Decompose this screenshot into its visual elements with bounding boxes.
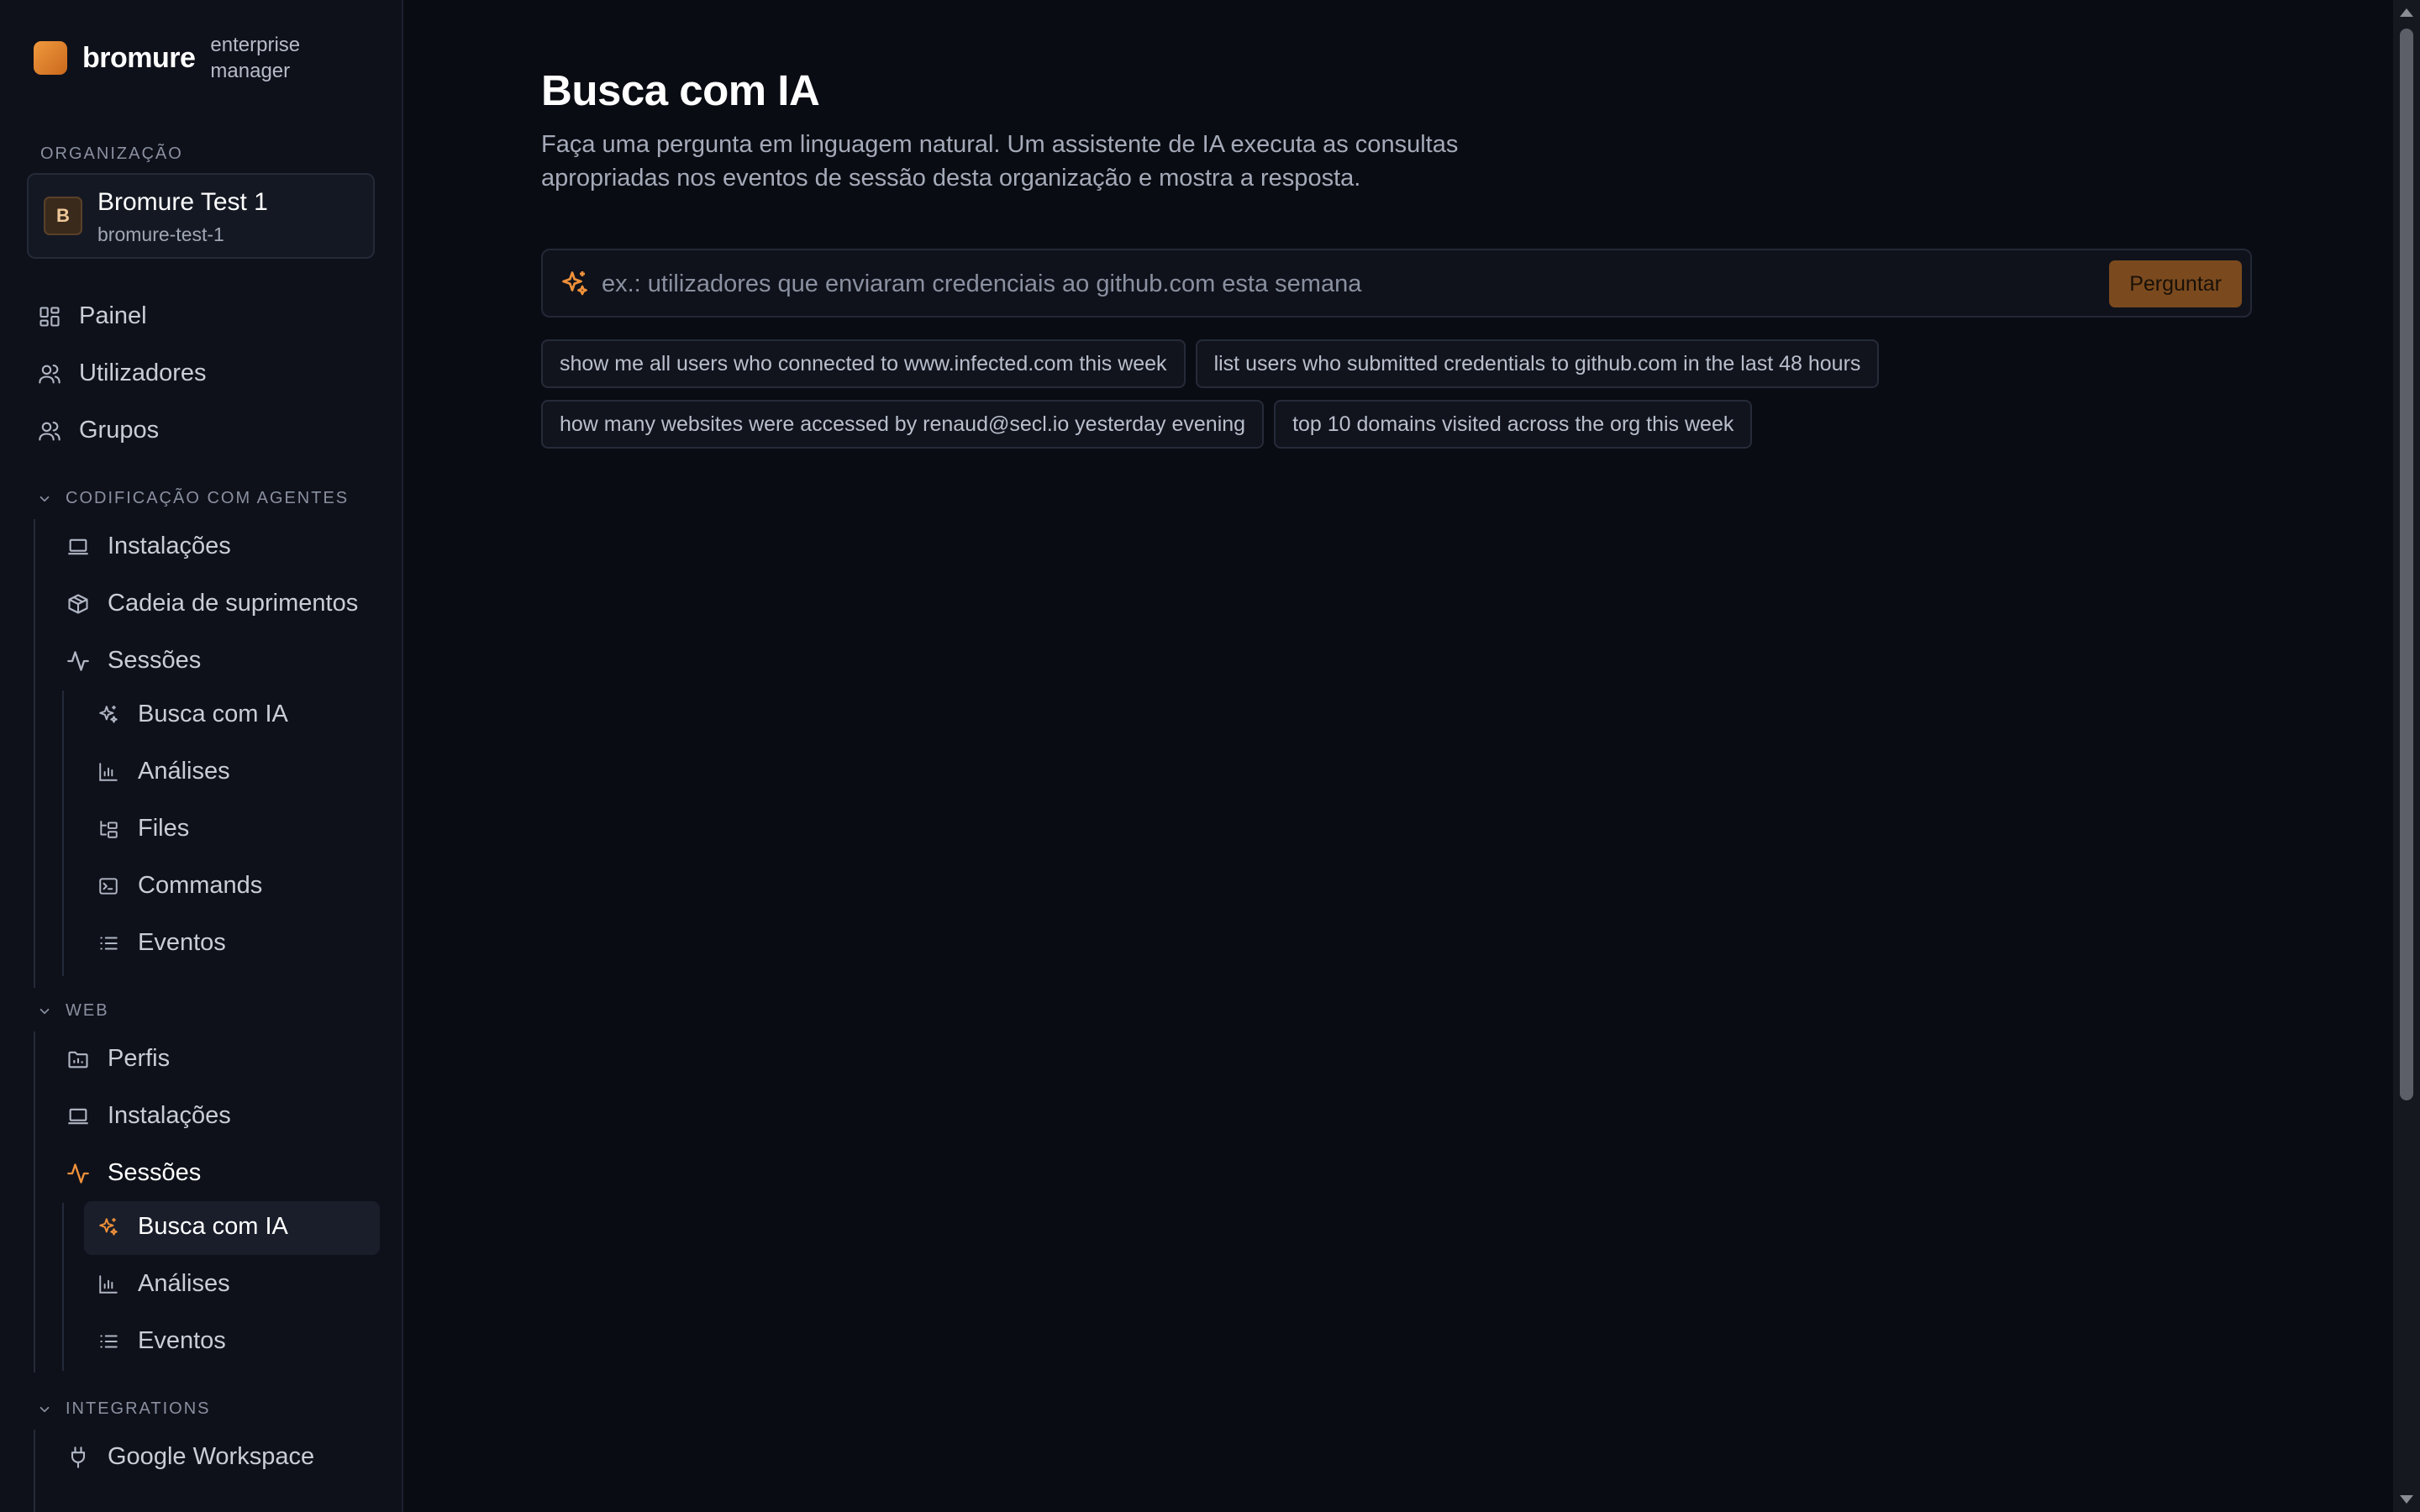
suggestion-chip[interactable]: show me all users who connected to www.i…: [541, 339, 1186, 388]
nav-item-web-eventos[interactable]: Eventos: [96, 1327, 226, 1355]
ask-button[interactable]: Perguntar: [2109, 260, 2242, 307]
nav-item-web-busca-ia[interactable]: Busca com IA: [96, 1213, 288, 1241]
group-title: WEB: [66, 1001, 109, 1020]
nav-label: Perfis: [108, 1045, 171, 1072]
group-toggle-web[interactable]: WEB: [37, 1001, 109, 1021]
main-content: Busca com IA Faça uma pergunta em lingua…: [403, 0, 2393, 1512]
nav-label: Grupos: [79, 417, 160, 444]
brand-subtitle-line1: enterprise: [210, 34, 301, 56]
ai-search-form: Perguntar: [541, 249, 2252, 318]
brand-subtitle: enterprise manager: [210, 32, 300, 84]
nav-item-web-sessoes[interactable]: Sessões: [66, 1159, 201, 1187]
org-slug: bromure-test-1: [97, 223, 224, 245]
nav-label: Sessões: [108, 1159, 202, 1186]
laptop-icon: [66, 1104, 91, 1129]
nav-item-grupos[interactable]: Grupos: [37, 417, 159, 444]
group-title: INTEGRATIONS: [66, 1399, 211, 1418]
nav-item-web-analises[interactable]: Análises: [96, 1270, 230, 1298]
nav-label: Commands: [138, 872, 263, 899]
nav-label: Utilizadores: [79, 360, 207, 386]
list-icon: [96, 931, 121, 956]
nav-label: Busca com IA: [138, 1213, 288, 1240]
group-title: CODIFICAÇÃO COM AGENTES: [66, 489, 350, 507]
tree-guide-line: [34, 519, 35, 988]
dashboard-icon: [37, 304, 62, 329]
chevron-down-icon: [37, 1004, 52, 1019]
nav-item-coding-eventos[interactable]: Eventos: [96, 929, 226, 957]
bar-chart-icon: [96, 1272, 121, 1297]
sidebar: bromure enterprise manager ORGANIZAÇÃO B…: [0, 0, 403, 1512]
users-icon: [37, 361, 62, 386]
nav-label: Eventos: [138, 1327, 226, 1354]
nav-item-coding-busca-ia[interactable]: Busca com IA: [96, 701, 288, 728]
suggestion-chip[interactable]: top 10 domains visited across the org th…: [1274, 400, 1753, 449]
nav-label: Google Workspace: [108, 1443, 315, 1470]
nav-label: Instalações: [108, 1102, 231, 1129]
brand-name: bromure: [82, 41, 196, 74]
sparkles-icon: [96, 702, 121, 727]
organization-section-label: ORGANIZAÇÃO: [40, 144, 183, 163]
brand[interactable]: bromure enterprise manager: [34, 32, 300, 84]
nav-label: Eventos: [138, 929, 226, 956]
suggestion-chip[interactable]: list users who submitted credentials to …: [1195, 339, 1880, 388]
nav-item-coding-instalacoes[interactable]: Instalações: [66, 533, 231, 560]
nav-item-coding-files[interactable]: Files: [96, 815, 189, 843]
folder-icon: [66, 1047, 91, 1072]
bar-chart-icon: [96, 759, 121, 785]
activity-icon: [66, 648, 91, 674]
organization-switcher[interactable]: B Bromure Test 1 bromure-test-1: [27, 173, 375, 259]
nav-item-utilizadores[interactable]: Utilizadores: [37, 360, 207, 387]
page-description: Faça uma pergunta em linguagem natural. …: [541, 131, 1459, 192]
bromure-logo: [34, 41, 67, 75]
nav-label: Instalações: [108, 533, 231, 559]
nav-item-painel[interactable]: Painel: [37, 302, 147, 330]
nav-item-coding-analises[interactable]: Análises: [96, 758, 230, 785]
folder-tree-icon: [96, 816, 121, 842]
nav-item-perfis[interactable]: Perfis: [66, 1045, 170, 1073]
nav-label: Sessões: [108, 647, 202, 674]
chevron-down-icon: [37, 1402, 52, 1417]
suggestion-list: show me all users who connected to www.i…: [541, 339, 2138, 449]
sparkles-icon: [96, 1215, 121, 1240]
nav-item-coding-commands[interactable]: Commands: [96, 872, 262, 900]
nav-label: Cadeia de suprimentos: [108, 590, 359, 617]
page-scrollbar[interactable]: [2393, 0, 2420, 1512]
sparkles-icon: [560, 269, 590, 299]
group-icon: [37, 418, 62, 444]
terminal-icon: [96, 874, 121, 899]
brand-subtitle-line2: manager: [210, 60, 291, 82]
nav-label: Files: [138, 815, 190, 842]
suggestion-chip[interactable]: how many websites were accessed by renau…: [541, 400, 1265, 449]
scrollbar-thumb[interactable]: [2400, 29, 2413, 1100]
group-toggle-integrations[interactable]: INTEGRATIONS: [37, 1399, 211, 1419]
ai-question-input[interactable]: [600, 259, 2116, 309]
scroll-down-arrow-icon[interactable]: [2400, 1495, 2413, 1504]
nav-label: Painel: [79, 302, 147, 329]
group-toggle-coding-agents[interactable]: CODIFICAÇÃO COM AGENTES: [37, 489, 349, 508]
tree-guide-line: [62, 1203, 64, 1371]
nav-label: Análises: [138, 758, 230, 785]
list-icon: [96, 1329, 121, 1354]
laptop-icon: [66, 534, 91, 559]
tree-guide-line: [34, 1430, 35, 1512]
org-name: Bromure Test 1: [97, 188, 268, 216]
tree-guide-line: [62, 690, 64, 976]
nav-item-coding-sessoes[interactable]: Sessões: [66, 647, 201, 675]
chevron-down-icon: [37, 491, 52, 507]
nav-item-google-workspace[interactable]: Google Workspace: [66, 1443, 314, 1471]
plug-icon: [66, 1445, 91, 1470]
package-icon: [66, 591, 91, 617]
page-title: Busca com IA: [541, 66, 820, 114]
org-avatar: B: [44, 197, 82, 235]
nav-label: Análises: [138, 1270, 230, 1297]
scroll-up-arrow-icon[interactable]: [2400, 8, 2413, 17]
tree-guide-line: [34, 1032, 35, 1373]
nav-item-web-instalacoes[interactable]: Instalações: [66, 1102, 231, 1130]
nav-label: Busca com IA: [138, 701, 288, 727]
nav-item-supply-chain[interactable]: Cadeia de suprimentos: [66, 590, 358, 617]
activity-icon: [66, 1161, 91, 1186]
